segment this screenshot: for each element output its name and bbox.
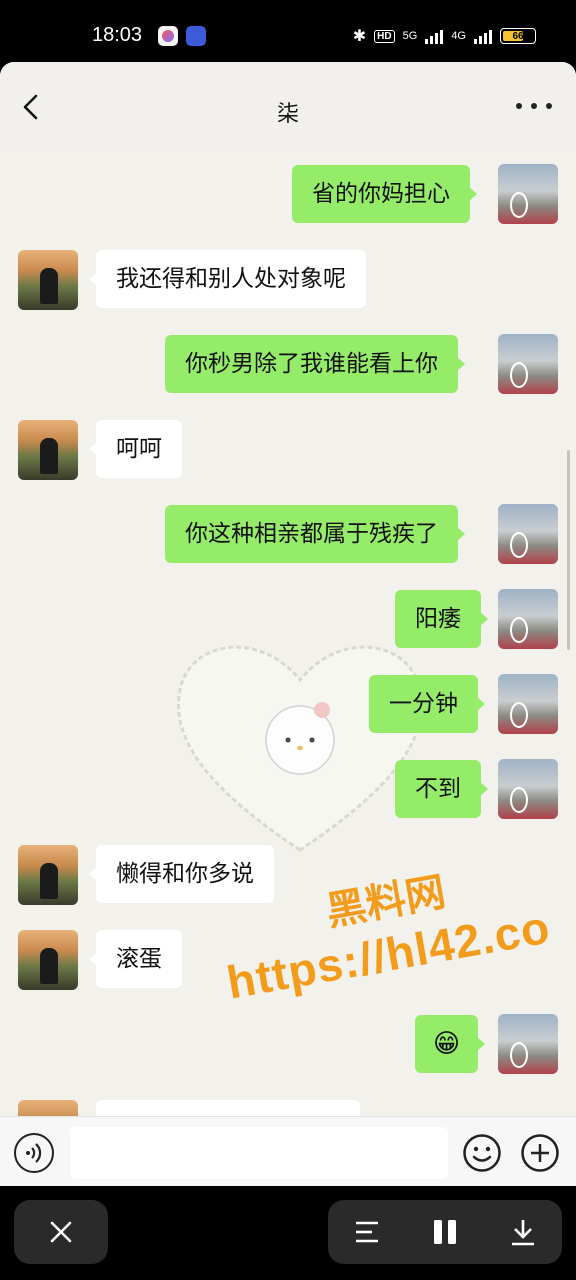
message-bubble-outgoing[interactable]: 阳痿: [395, 590, 488, 648]
message-bubble-incoming[interactable]: 懒得和你多说: [89, 845, 274, 903]
contact-avatar[interactable]: [18, 250, 78, 310]
message-bubble-outgoing[interactable]: 你秒男除了我谁能看上你: [165, 335, 465, 393]
app-notification-icon: [158, 26, 178, 46]
message-bubble-incoming[interactable]: 我还得和别人处对象呢: [89, 250, 366, 308]
emoji-button[interactable]: [462, 1133, 502, 1173]
menu-icon: [356, 1221, 378, 1243]
message-input[interactable]: [70, 1127, 448, 1179]
contact-avatar[interactable]: [18, 845, 78, 905]
media-control-bar: [0, 1186, 576, 1280]
battery-level: 66: [512, 30, 524, 42]
contact-avatar[interactable]: [18, 930, 78, 990]
app-notification-icon-2: [186, 26, 206, 46]
my-avatar[interactable]: [498, 504, 558, 564]
my-avatar[interactable]: [498, 674, 558, 734]
signal-icon: [425, 28, 444, 44]
status-bar: 18:03 ✱ HD 5G 4G 66: [0, 0, 576, 62]
chat-header: 柒: [0, 62, 576, 150]
chat-window: 柒 省的你妈担心 我还得和别人处对象呢 你秒男除了我谁能看上你 呵呵 你这种相亲…: [0, 62, 576, 1186]
my-avatar[interactable]: [498, 589, 558, 649]
smiley-icon: [463, 1134, 501, 1172]
voice-button[interactable]: [14, 1133, 54, 1173]
signal-icon-2: [474, 28, 492, 44]
pause-button[interactable]: [425, 1212, 465, 1252]
media-controls: [328, 1200, 562, 1264]
more-dot: [546, 103, 552, 109]
more-dot: [531, 103, 537, 109]
contact-avatar[interactable]: [18, 420, 78, 480]
message-bubble-incoming[interactable]: 滚蛋: [89, 930, 182, 988]
message-list[interactable]: 省的你妈担心 我还得和别人处对象呢 你秒男除了我谁能看上你 呵呵 你这种相亲都属…: [0, 150, 576, 1116]
status-indicators: ✱ HD 5G 4G 66: [353, 26, 536, 46]
message-bubble-outgoing[interactable]: 你这种相亲都属于残疾了: [165, 505, 465, 563]
chat-title: 柒: [276, 102, 299, 127]
input-bar: [0, 1116, 576, 1186]
close-button[interactable]: [14, 1200, 108, 1264]
voice-icon: [26, 1143, 42, 1163]
message-bubble-outgoing[interactable]: 省的你妈担心: [292, 165, 477, 223]
message-bubble-outgoing[interactable]: 不到: [395, 760, 488, 818]
net-5g-label: 5G: [402, 30, 418, 42]
battery-icon: 66: [500, 28, 536, 44]
my-avatar[interactable]: [498, 759, 558, 819]
message-bubble-incoming[interactable]: 呵呵: [89, 420, 182, 478]
plus-button[interactable]: [520, 1133, 560, 1173]
more-dots-icon: [516, 103, 522, 109]
hd-badge: HD: [374, 29, 395, 43]
heart-decoration-icon: [177, 645, 423, 852]
pause-icon: [434, 1220, 456, 1244]
my-avatar[interactable]: [498, 1014, 558, 1074]
download-button[interactable]: [503, 1212, 543, 1252]
message-bubble-outgoing[interactable]: 一分钟: [369, 675, 485, 733]
net-4g-label: 4G: [451, 30, 466, 42]
watermark-line2: https://hl42.co: [223, 900, 554, 1009]
status-time: 18:03: [92, 24, 143, 46]
download-icon: [512, 1220, 534, 1246]
my-avatar[interactable]: [498, 164, 558, 224]
plus-icon: [521, 1134, 559, 1172]
contact-avatar[interactable]: [18, 1100, 78, 1116]
close-icon: [50, 1221, 72, 1243]
message-bubble-emoji[interactable]: 😁: [415, 1015, 486, 1073]
scrollbar[interactable]: [567, 450, 570, 650]
menu-button[interactable]: [347, 1212, 387, 1252]
more-button[interactable]: [516, 98, 552, 114]
my-avatar[interactable]: [498, 334, 558, 394]
message-bubble-incoming-partial[interactable]: [96, 1100, 360, 1116]
bluetooth-icon: ✱: [352, 28, 367, 45]
